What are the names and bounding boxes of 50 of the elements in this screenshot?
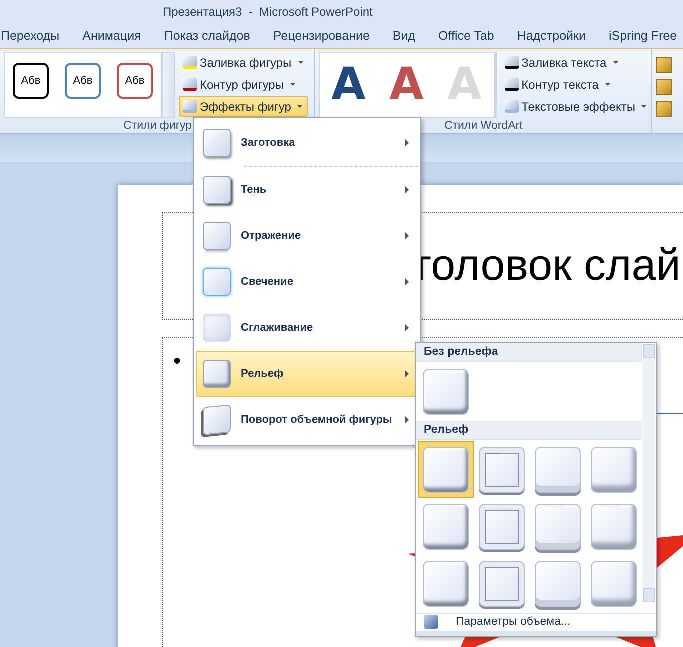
menu-item[interactable]: Свечение xyxy=(196,259,418,305)
ribbon-tab[interactable]: Рецензирование xyxy=(273,29,370,43)
ribbon-button[interactable]: Контур текста xyxy=(500,74,652,95)
resize-grip[interactable] xyxy=(416,630,656,636)
gallery-scrollbar[interactable] xyxy=(162,52,175,118)
ribbon-button[interactable]: Заливка текста xyxy=(500,52,652,73)
shape-style-swatch[interactable]: Абв xyxy=(65,63,101,99)
menu-item[interactable]: Заготовка xyxy=(196,120,418,166)
ribbon-button[interactable]: Заливка фигуры xyxy=(179,52,308,73)
slide-title: головок слай xyxy=(416,241,681,291)
ribbon-tab[interactable]: Анимация xyxy=(82,29,142,43)
ribbon-tab[interactable]: Показ слайдов xyxy=(164,29,250,43)
submenu-arrow-icon xyxy=(405,186,409,194)
ribbon-tab[interactable]: Office Tab xyxy=(438,29,494,43)
dropdown-caret-icon xyxy=(290,83,296,86)
ribbon-button[interactable]: Эффекты фигур xyxy=(179,96,308,117)
section-header: Без рельефа xyxy=(416,343,642,362)
dropdown-caret-icon xyxy=(604,83,611,86)
shape-style-swatch[interactable]: Абв xyxy=(117,63,153,99)
ribbon-tab[interactable]: iSpring Free xyxy=(608,29,678,43)
submenu-arrow-icon xyxy=(405,232,409,240)
ribbon-button[interactable]: Контур фигуры xyxy=(179,74,308,95)
menu-item[interactable]: Тень xyxy=(196,167,418,213)
menu-item[interactable]: Рельеф xyxy=(196,351,418,397)
ribbon-button[interactable]: Текстовые эффекты xyxy=(500,96,652,117)
submenu-arrow-icon xyxy=(405,278,409,286)
menu-item[interactable]: Сглаживание xyxy=(196,305,418,351)
ribbon-tab[interactable]: Переходы xyxy=(1,29,60,43)
dropdown-caret-icon xyxy=(297,105,304,108)
submenu-arrow-icon xyxy=(405,370,409,378)
ribbon-tab[interactable]: Надстройки xyxy=(517,29,586,43)
ribbon-tab[interactable]: Вид xyxy=(392,29,416,43)
menu-item[interactable]: Отражение xyxy=(196,213,418,259)
shape-style-swatch[interactable]: Абв xyxy=(13,63,49,99)
menu-item[interactable]: Поворот объемной фигуры xyxy=(196,397,418,443)
dropdown-caret-icon xyxy=(298,61,304,64)
submenu-arrow-icon xyxy=(405,139,409,147)
submenu-arrow-icon xyxy=(405,324,409,332)
wordart-swatch[interactable]: A xyxy=(380,57,433,111)
dropdown-caret-icon xyxy=(612,61,619,64)
dropdown-caret-icon xyxy=(641,105,648,108)
group-label: Стили WordArt xyxy=(444,120,523,132)
submenu-arrow-icon xyxy=(405,416,409,424)
window-title: Презентация3 - Microsoft PowerPoint xyxy=(163,5,373,19)
group-label: Стили фигур xyxy=(124,120,192,132)
gallery-scrollbar[interactable] xyxy=(494,52,497,118)
bevel-tile[interactable] xyxy=(418,441,474,498)
bullet: ● xyxy=(173,352,182,368)
section-header: Рельеф xyxy=(416,421,642,440)
wordart-swatch[interactable]: A xyxy=(322,57,375,111)
